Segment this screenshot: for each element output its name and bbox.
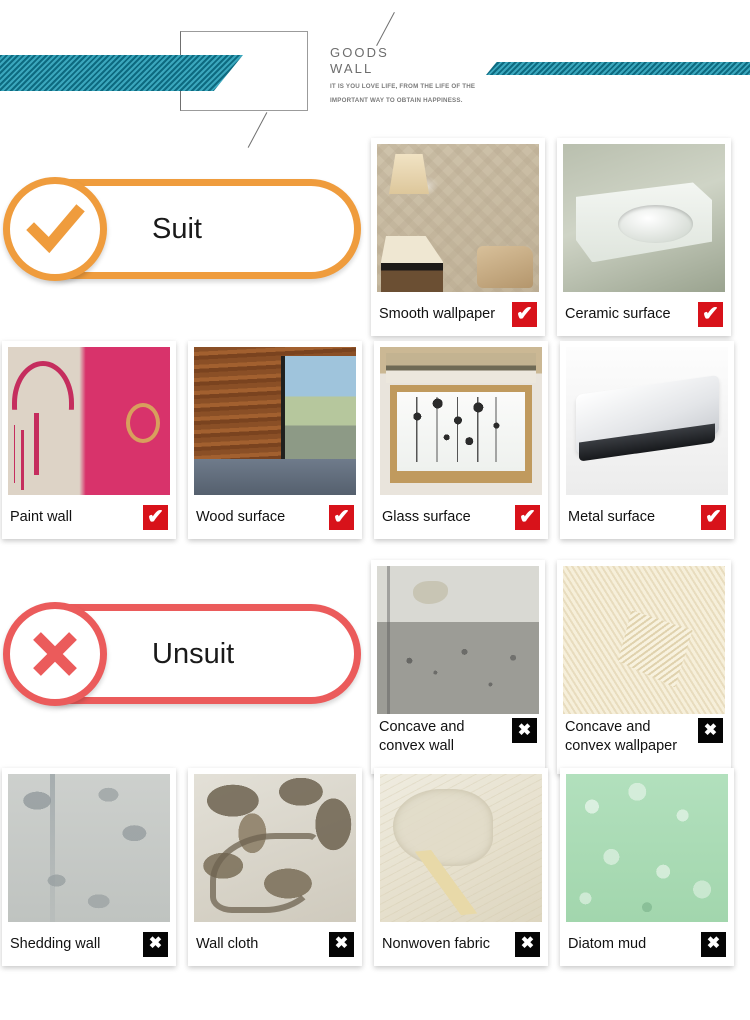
section-banner-suit: Suit (3, 177, 361, 281)
card-label: Smooth wallpaper (379, 305, 496, 322)
diatom-mud-photo (566, 774, 728, 922)
card-label: Wood surface (196, 508, 286, 525)
header-subtitle-line2: IMPORTANT WAY TO OBTAIN HAPPINESS. (330, 97, 463, 104)
card-label: Concave and convex wall (379, 719, 465, 754)
glass-surface-photo (380, 347, 542, 495)
header-text-block: GOODS WALL IT IS YOU LOVE LIFE, FROM THE… (330, 45, 505, 105)
card-caption: Smooth wallpaper ✔ (377, 292, 539, 336)
card-caption: Concave and convex wallpaper ✖ (563, 714, 725, 774)
suit-card-row-1: Smooth wallpaper ✔ Ceramic surface ✔ (371, 138, 731, 336)
card-caption: Wood surface ✔ (194, 495, 356, 539)
check-mark-badge: ✔ (515, 504, 540, 530)
unsuit-label: Unsuit (152, 637, 235, 670)
cross-mark-badge: ✖ (512, 718, 537, 743)
card-shedding-wall[interactable]: Shedding wall ✖ (2, 768, 176, 966)
card-concave-convex-wall[interactable]: Concave and convex wall ✖ (371, 560, 545, 774)
check-icon (26, 204, 85, 254)
card-label: Shedding wall (10, 935, 101, 952)
card-nonwoven-fabric[interactable]: Nonwoven fabric ✖ (374, 768, 548, 966)
card-caption: Glass surface ✔ (380, 495, 542, 539)
banner-stripe-left (0, 55, 243, 91)
card-ceramic-surface[interactable]: Ceramic surface ✔ (557, 138, 731, 336)
cross-icon (33, 632, 77, 676)
card-smooth-wallpaper[interactable]: Smooth wallpaper ✔ (371, 138, 545, 336)
check-mark-badge: ✔ (329, 504, 354, 530)
cross-mark-badge: ✖ (701, 931, 726, 957)
card-caption: Wall cloth ✖ (194, 922, 356, 966)
metal-surface-photo (566, 347, 728, 495)
concave-convex-wall-photo (377, 566, 539, 714)
cross-mark-badge: ✖ (515, 931, 540, 957)
section-banner-unsuit: Unsuit (3, 602, 361, 706)
card-wood-surface[interactable]: Wood surface ✔ (188, 341, 362, 539)
suit-card-row-2: Paint wall ✔ Wood surface ✔ Glass surfac… (2, 341, 734, 539)
card-caption: Concave and convex wall ✖ (377, 714, 539, 774)
card-caption: Diatom mud ✖ (566, 922, 728, 966)
card-label: Ceramic surface (565, 305, 671, 322)
card-wall-cloth[interactable]: Wall cloth ✖ (188, 768, 362, 966)
header-title-line1: GOODS (330, 45, 389, 60)
card-caption: Ceramic surface ✔ (563, 292, 725, 336)
card-label: Paint wall (10, 508, 73, 525)
card-metal-surface[interactable]: Metal surface ✔ (560, 341, 734, 539)
suit-label: Suit (152, 212, 202, 245)
card-diatom-mud[interactable]: Diatom mud ✖ (560, 768, 734, 966)
unsuit-badge-circle (3, 602, 107, 706)
unsuit-card-row-1: Concave and convex wall ✖ Concave and co… (371, 560, 731, 774)
header-title-line2: WALL (330, 61, 374, 76)
smooth-wallpaper-photo (377, 144, 539, 292)
decorative-diagonal-bottom (247, 112, 268, 148)
ceramic-surface-photo (563, 144, 725, 292)
card-caption: Shedding wall ✖ (8, 922, 170, 966)
unsuit-card-row-2: Shedding wall ✖ Wall cloth ✖ Nonwoven fa… (2, 768, 734, 966)
card-caption: Metal surface ✔ (566, 495, 728, 539)
cross-mark-badge: ✖ (329, 931, 354, 957)
card-caption: Nonwoven fabric ✖ (380, 922, 542, 966)
wood-surface-photo (194, 347, 356, 495)
cross-mark-badge: ✖ (143, 931, 168, 957)
card-paint-wall[interactable]: Paint wall ✔ (2, 341, 176, 539)
card-caption: Paint wall ✔ (8, 495, 170, 539)
suit-badge-circle (3, 177, 107, 281)
card-label: Concave and convex wallpaper (565, 719, 678, 754)
page-header: GOODS WALL IT IS YOU LOVE LIFE, FROM THE… (0, 0, 750, 148)
shedding-wall-photo (8, 774, 170, 922)
card-glass-surface[interactable]: Glass surface ✔ (374, 341, 548, 539)
nonwoven-fabric-photo (380, 774, 542, 922)
check-mark-badge: ✔ (512, 301, 537, 327)
wall-cloth-photo (194, 774, 356, 922)
check-mark-badge: ✔ (698, 301, 723, 327)
card-label: Wall cloth (196, 935, 259, 952)
card-label: Nonwoven fabric (382, 935, 490, 952)
check-mark-badge: ✔ (701, 504, 726, 530)
card-label: Metal surface (568, 508, 656, 525)
concave-convex-wallpaper-photo (563, 566, 725, 714)
card-concave-convex-wallpaper[interactable]: Concave and convex wallpaper ✖ (557, 560, 731, 774)
card-label: Glass surface (382, 508, 471, 525)
paint-wall-photo (8, 347, 170, 495)
decorative-diagonal-top (376, 11, 395, 47)
card-label: Diatom mud (568, 935, 647, 952)
banner-stripe-right (486, 62, 750, 75)
cross-mark-badge: ✖ (698, 718, 723, 743)
header-subtitle-line1: IT IS YOU LOVE LIFE, FROM THE LIFE OF TH… (330, 83, 476, 90)
check-mark-badge: ✔ (143, 504, 168, 530)
